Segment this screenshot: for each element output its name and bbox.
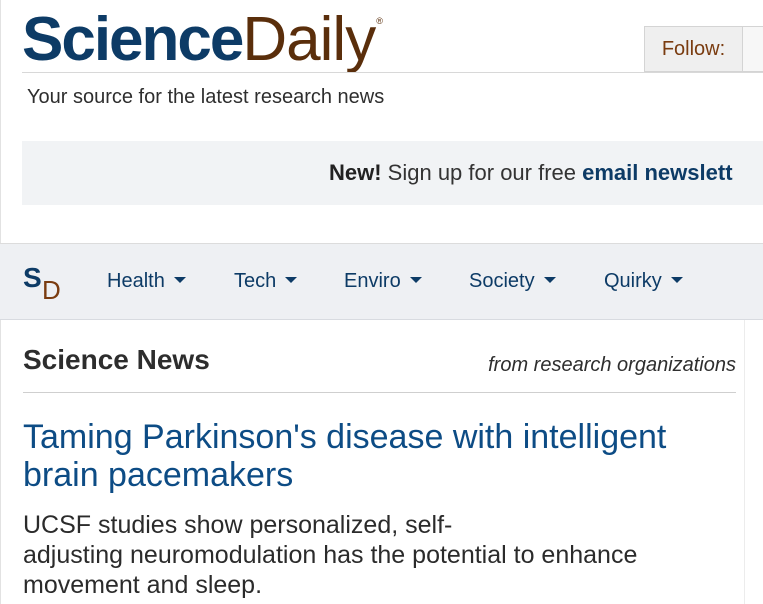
summary-line-2: adjusting neuromodulation has the potent…	[23, 541, 638, 599]
site-tagline: Your source for the latest research news	[27, 86, 385, 108]
nav-item-tech[interactable]: Tech	[234, 270, 298, 293]
nav-item-label: Tech	[234, 270, 277, 292]
follow-label: Follow:	[645, 27, 743, 71]
section-title: Science News	[23, 344, 210, 375]
logo-science-text: Science	[22, 5, 244, 74]
nav-item-quirky[interactable]: Quirky	[604, 270, 683, 293]
registered-mark: ®	[376, 16, 383, 26]
chevron-down-icon	[670, 276, 683, 283]
nav-item-label: Society	[469, 270, 535, 292]
nav-item-label: Quirky	[604, 270, 662, 292]
section-subtitle: from research organizations	[488, 354, 736, 376]
banner-new-label: New!	[329, 160, 382, 185]
header-right-divider	[410, 72, 763, 73]
summary-line-1: UCSF studies show personalized, self-	[23, 511, 453, 539]
logo-daily-text: Daily	[242, 5, 376, 74]
newsletter-banner-text: New! Sign up for our free email newslett	[329, 160, 733, 186]
sciencedaily-logo[interactable]: ScienceDaily®	[22, 4, 383, 76]
sd-logo-d: D	[42, 275, 61, 305]
header-divider	[22, 72, 462, 73]
sd-home-logo[interactable]: S D	[23, 262, 67, 305]
newsletter-banner: New! Sign up for our free email newslett	[22, 141, 763, 205]
main-nav-bar: S D Health Tech Enviro Society Quirky	[0, 244, 763, 320]
chevron-down-icon	[285, 276, 298, 283]
nav-item-label: Enviro	[344, 270, 401, 292]
chevron-down-icon	[543, 276, 556, 283]
article-summary: UCSF studies show personalized, self- ad…	[23, 510, 713, 600]
follow-widget: Follow:	[644, 26, 763, 72]
email-newsletter-link[interactable]: email newslett	[582, 160, 732, 185]
sd-logo-s: S	[23, 262, 42, 293]
nav-item-society[interactable]: Society	[469, 270, 556, 293]
section-divider	[23, 392, 736, 393]
nav-item-health[interactable]: Health	[107, 270, 186, 293]
chevron-down-icon	[173, 276, 186, 283]
nav-item-label: Health	[107, 270, 165, 292]
column-edge	[744, 320, 745, 604]
chevron-down-icon	[409, 276, 422, 283]
banner-body-text: Sign up for our free	[381, 160, 583, 185]
article-headline-link[interactable]: Taming Parkinson's disease with intellig…	[23, 418, 743, 494]
nav-item-enviro[interactable]: Enviro	[344, 270, 422, 293]
